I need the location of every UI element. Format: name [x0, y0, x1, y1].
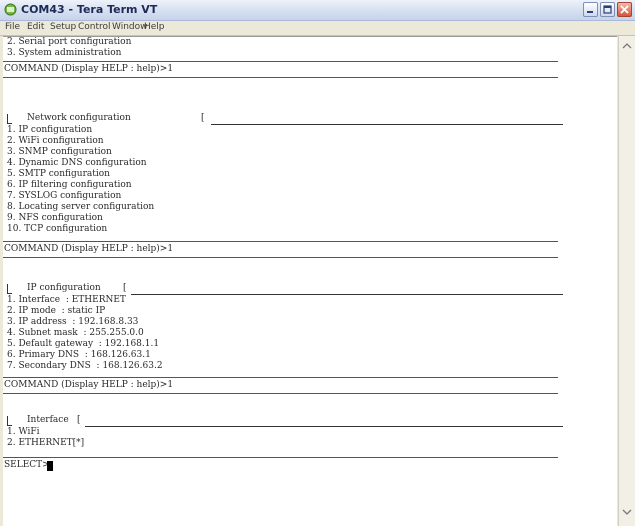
menu-item: 6. Primary DNS : 168.126.63.1 [7, 350, 151, 360]
title-bracket: [ [123, 283, 127, 293]
menu-item: 3. SNMP configuration [7, 147, 112, 157]
menu-item: 7. Secondary DNS : 168.126.63.2 [7, 361, 163, 371]
menu-item: 2. ETHERNET[*] [7, 438, 85, 448]
minimize-icon [587, 11, 593, 13]
command-prompt: COMMAND (Display HELP : help)>1 [4, 244, 174, 254]
terminal-screen[interactable]: 2. Serial port configuration 3. System a… [3, 36, 617, 526]
terminal-line: 2. Serial port configuration [7, 37, 132, 47]
menu-item: 10. TCP configuration [7, 224, 108, 234]
command-prompt: COMMAND (Display HELP : help)>1 [4, 64, 174, 74]
scroll-down-arrow-icon[interactable] [619, 506, 635, 518]
menu-item: 9. NFS configuration [7, 213, 103, 223]
menu-item: 3. IP address : 192.168.8.33 [7, 317, 139, 327]
title-field-underline [131, 294, 563, 295]
close-button[interactable] [617, 2, 632, 17]
scroll-up-arrow-icon[interactable] [619, 40, 635, 52]
separator-line [3, 61, 558, 62]
menu-control[interactable]: Control [78, 22, 111, 32]
menu-item: 5. SMTP configuration [7, 169, 110, 179]
maximize-icon [603, 5, 612, 14]
separator-line [3, 457, 558, 458]
menu-item: 4. Dynamic DNS configuration [7, 158, 147, 168]
menu-setup[interactable]: Setup [50, 22, 76, 32]
terminal-line: 3. System administration [7, 48, 122, 58]
tera-term-app-icon [4, 3, 17, 16]
menu-bracket [7, 416, 12, 426]
menu-help[interactable]: Help [144, 22, 165, 32]
window-title: COM43 - Tera Term VT [21, 3, 158, 16]
menu-edit[interactable]: Edit [27, 22, 44, 32]
menu-item: 1. Interface : ETHERNET [7, 295, 126, 305]
separator-line [3, 241, 558, 242]
title-field-underline [211, 124, 563, 125]
menu-file[interactable]: File [5, 22, 20, 32]
minimize-button[interactable] [583, 2, 598, 17]
separator-line [3, 77, 558, 78]
title-field-underline [85, 426, 563, 427]
close-icon [620, 5, 629, 14]
title-bracket: [ [77, 415, 81, 425]
separator-line [3, 393, 558, 394]
vertical-scrollbar[interactable] [618, 36, 635, 526]
menu-item: 1. WiFi [7, 427, 40, 437]
network-menu-title: Network configuration [27, 113, 131, 123]
interface-menu-title: Interface [27, 415, 69, 425]
menu-item: 8. Locating server configuration [7, 202, 155, 212]
text-cursor [47, 461, 53, 471]
title-bracket: [ [201, 113, 205, 123]
select-prompt: SELECT> [4, 460, 50, 470]
command-prompt: COMMAND (Display HELP : help)>1 [4, 380, 174, 390]
menu-bar: File Edit Setup Control Window Help [0, 21, 635, 36]
ip-menu-title: IP configuration [27, 283, 101, 293]
menu-bracket [7, 114, 12, 124]
menu-item: 5. Default gateway : 192.168.1.1 [7, 339, 160, 349]
menu-item: 7. SYSLOG configuration [7, 191, 122, 201]
menu-window[interactable]: Window [112, 22, 148, 32]
menu-item: 6. IP filtering configuration [7, 180, 132, 190]
menu-item: 2. WiFi configuration [7, 136, 104, 146]
separator-line [3, 377, 558, 378]
menu-item: 4. Subnet mask : 255.255.0.0 [7, 328, 144, 338]
menu-bracket [7, 284, 12, 294]
terminal-window: COM43 - Tera Term VT File Edit Setup Con… [0, 0, 635, 526]
menu-item: 1. IP configuration [7, 125, 93, 135]
separator-line [3, 257, 558, 258]
menu-item: 2. IP mode : static IP [7, 306, 106, 316]
maximize-button[interactable] [600, 2, 615, 17]
title-bar[interactable]: COM43 - Tera Term VT [0, 0, 635, 21]
